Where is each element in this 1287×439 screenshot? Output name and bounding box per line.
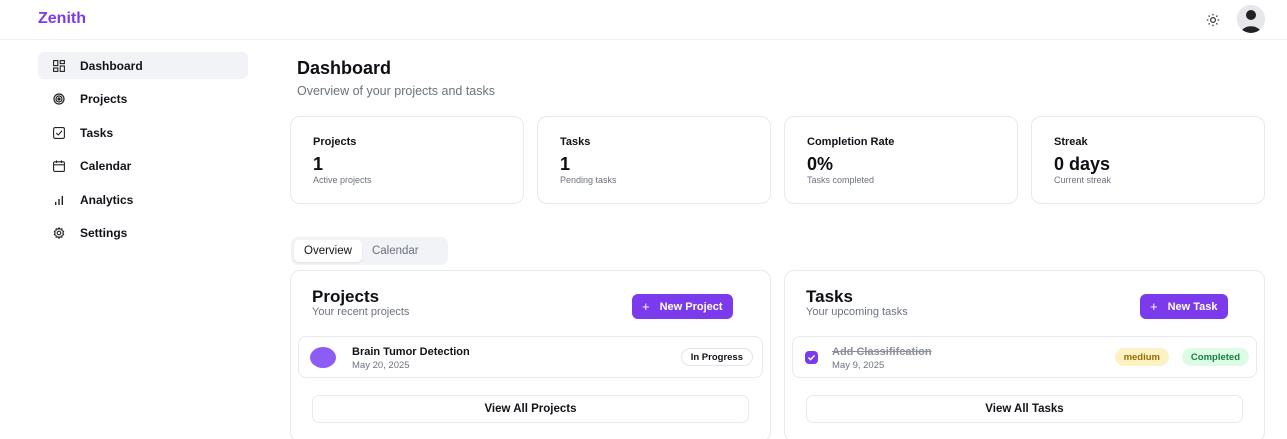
- plus-icon: +: [642, 299, 650, 314]
- tasks-panel: Tasks Your upcoming tasks + New Task Add…: [784, 270, 1265, 439]
- projects-panel: Projects Your recent projects + New Proj…: [290, 270, 771, 439]
- priority-badge: medium: [1114, 348, 1169, 366]
- new-project-button[interactable]: + New Project: [632, 294, 733, 319]
- sidebar-item-label: Analytics: [80, 192, 134, 207]
- stat-label: Projects: [313, 136, 357, 148]
- sidebar: Dashboard Projects Tasks Calendar Analyt…: [38, 52, 248, 253]
- status-badge: Completed: [1181, 348, 1249, 366]
- page-title: Dashboard: [297, 58, 392, 78]
- stat-card-projects: Projects 1 Active projects: [290, 116, 524, 204]
- sidebar-item-projects[interactable]: Projects: [38, 86, 248, 113]
- target-icon: [52, 92, 66, 106]
- stat-label: Tasks: [560, 136, 591, 148]
- panel-subtitle: Your recent projects: [312, 306, 410, 318]
- stat-label: Completion Rate: [807, 136, 895, 148]
- stat-value: 0 days: [1054, 154, 1111, 174]
- stat-subtext: Active projects: [313, 175, 372, 185]
- task-name: Add Classififcation: [832, 346, 932, 358]
- project-name: Brain Tumor Detection: [352, 346, 470, 358]
- panel-title: Tasks: [806, 287, 853, 306]
- panel-title: Projects: [312, 287, 380, 306]
- sidebar-item-label: Projects: [80, 92, 128, 106]
- stat-card-streak: Streak 0 days Current streak: [1031, 116, 1265, 204]
- view-tabs: Overview Calendar: [291, 237, 448, 265]
- stat-value: 1: [313, 154, 324, 174]
- checkbox-icon: [52, 126, 66, 140]
- stat-subtext: Tasks completed: [807, 175, 875, 185]
- task-date: May 9, 2025: [832, 360, 885, 371]
- list-item[interactable]: Brain Tumor Detection May 20, 2025 In Pr…: [298, 336, 763, 378]
- project-date: May 20, 2025: [352, 360, 410, 371]
- stat-label: Streak: [1054, 136, 1088, 148]
- new-task-button[interactable]: + New Task: [1140, 294, 1228, 319]
- project-color-dot: [310, 347, 336, 368]
- sidebar-item-label: Settings: [80, 226, 128, 240]
- sidebar-item-analytics[interactable]: Analytics: [38, 186, 248, 213]
- gear-icon: [52, 226, 66, 240]
- stat-subtext: Current streak: [1054, 175, 1112, 185]
- brand-logo[interactable]: Zenith: [38, 10, 86, 28]
- panel-subtitle: Your upcoming tasks: [806, 306, 908, 318]
- sidebar-item-calendar[interactable]: Calendar: [38, 153, 248, 180]
- top-bar: Zenith: [0, 0, 1287, 40]
- tab-calendar[interactable]: Calendar: [362, 240, 429, 262]
- status-badge: In Progress: [680, 348, 753, 366]
- tab-overview[interactable]: Overview: [294, 240, 362, 262]
- calendar-icon: [52, 159, 66, 173]
- button-label: New Project: [659, 300, 723, 313]
- dashboard-grid-icon: [52, 59, 66, 73]
- stat-card-completion-rate: Completion Rate 0% Tasks completed: [784, 116, 1018, 204]
- sun-icon[interactable]: [1203, 10, 1223, 30]
- plus-icon: +: [1150, 299, 1158, 314]
- stat-subtext: Pending tasks: [560, 175, 617, 185]
- avatar[interactable]: [1237, 5, 1265, 33]
- sidebar-item-label: Tasks: [80, 125, 114, 140]
- stat-card-tasks: Tasks 1 Pending tasks: [537, 116, 771, 204]
- view-all-tasks-button[interactable]: View All Tasks: [806, 395, 1243, 423]
- sidebar-item-label: Dashboard: [80, 58, 143, 73]
- sidebar-item-settings[interactable]: Settings: [38, 220, 248, 247]
- sidebar-item-label: Calendar: [80, 159, 132, 173]
- stat-value: 1: [560, 154, 571, 174]
- task-checkbox[interactable]: [805, 351, 818, 364]
- sidebar-item-dashboard[interactable]: Dashboard: [38, 52, 248, 79]
- list-item[interactable]: Add Classififcation May 9, 2025 medium C…: [792, 336, 1257, 378]
- sidebar-item-tasks[interactable]: Tasks: [38, 119, 248, 146]
- stat-value: 0%: [807, 154, 834, 174]
- button-label: New Task: [1167, 300, 1218, 313]
- view-all-projects-button[interactable]: View All Projects: [312, 395, 749, 423]
- page-subtitle: Overview of your projects and tasks: [297, 84, 495, 98]
- bar-chart-icon: [52, 193, 66, 207]
